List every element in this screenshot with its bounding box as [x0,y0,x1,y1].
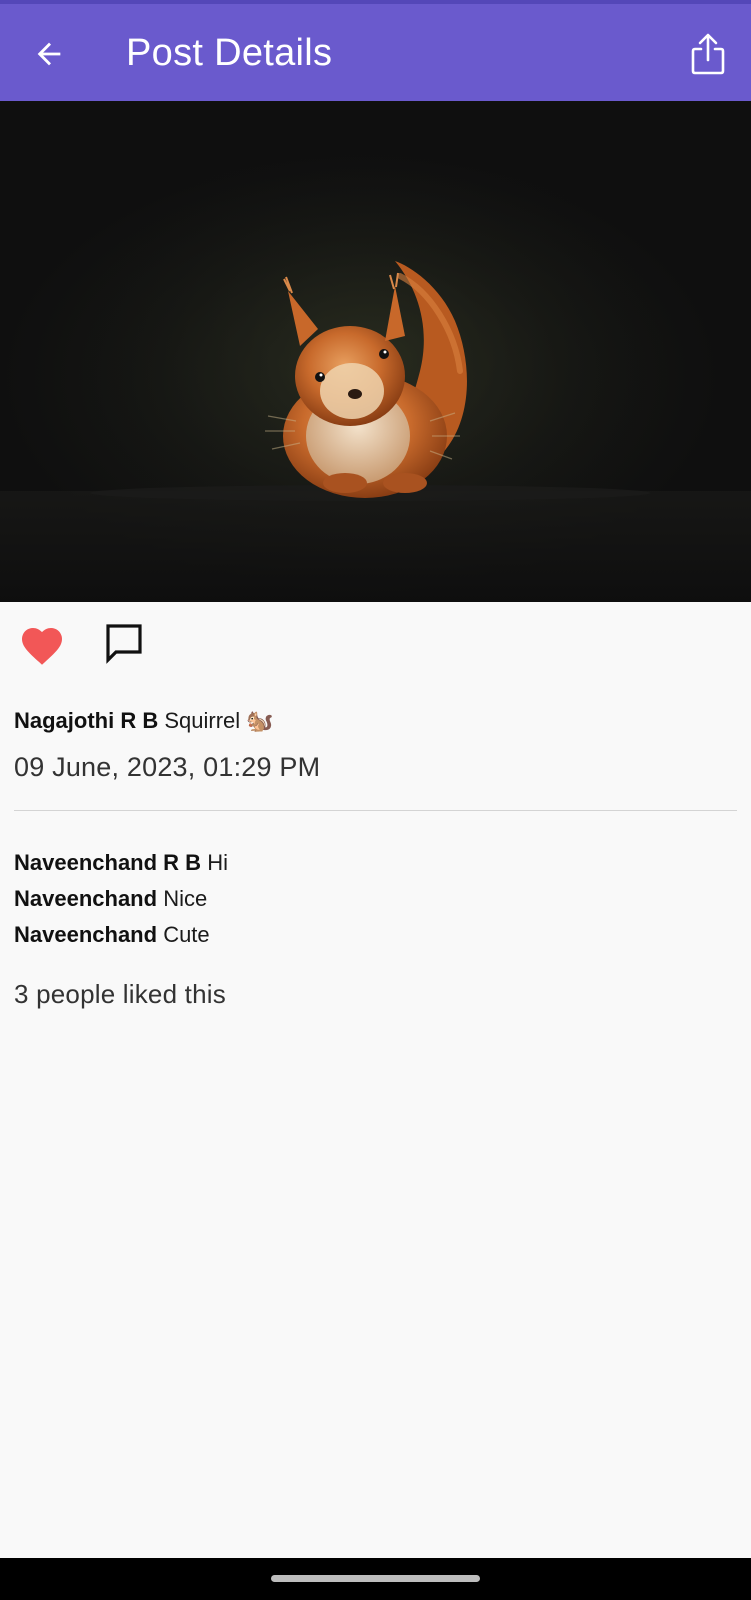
post-caption-text: Squirrel 🐿️ [164,708,274,733]
arrow-left-icon [37,42,61,66]
home-gesture-handle[interactable] [271,1575,480,1582]
comment-text: Nice [163,886,208,911]
page-title: Post Details [126,32,333,74]
comment-text: Cute [163,922,210,947]
share-button[interactable] [686,30,730,78]
likes-summary[interactable]: 3 people liked this [14,977,226,1011]
post-caption: Nagajothi R B Squirrel 🐿️ [14,706,274,736]
divider [14,810,737,811]
app-bar: Post Details [0,0,751,101]
back-button[interactable] [27,32,71,76]
comment-list: Naveenchand R B Hi Naveenchand Nice Nave… [14,845,734,953]
share-icon [691,33,725,75]
comment-item: Naveenchand Cute [14,917,734,953]
comment-button[interactable] [104,622,148,666]
comment-author[interactable]: Naveenchand R B [14,850,201,875]
like-button[interactable] [18,622,66,666]
post-image [0,101,751,602]
comment-text: Hi [207,850,228,875]
comment-item: Naveenchand R B Hi [14,845,734,881]
comment-item: Naveenchand Nice [14,881,734,917]
comment-author[interactable]: Naveenchand [14,922,157,947]
comment-icon [106,624,142,664]
post-timestamp: 09 June, 2023, 01:29 PM [14,752,321,782]
post-author[interactable]: Nagajothi R B [14,708,158,733]
comment-author[interactable]: Naveenchand [14,886,157,911]
squirrel-photo [0,141,751,602]
system-nav-bar [0,1558,751,1600]
post-actions [0,602,751,682]
heart-icon [22,628,62,665]
